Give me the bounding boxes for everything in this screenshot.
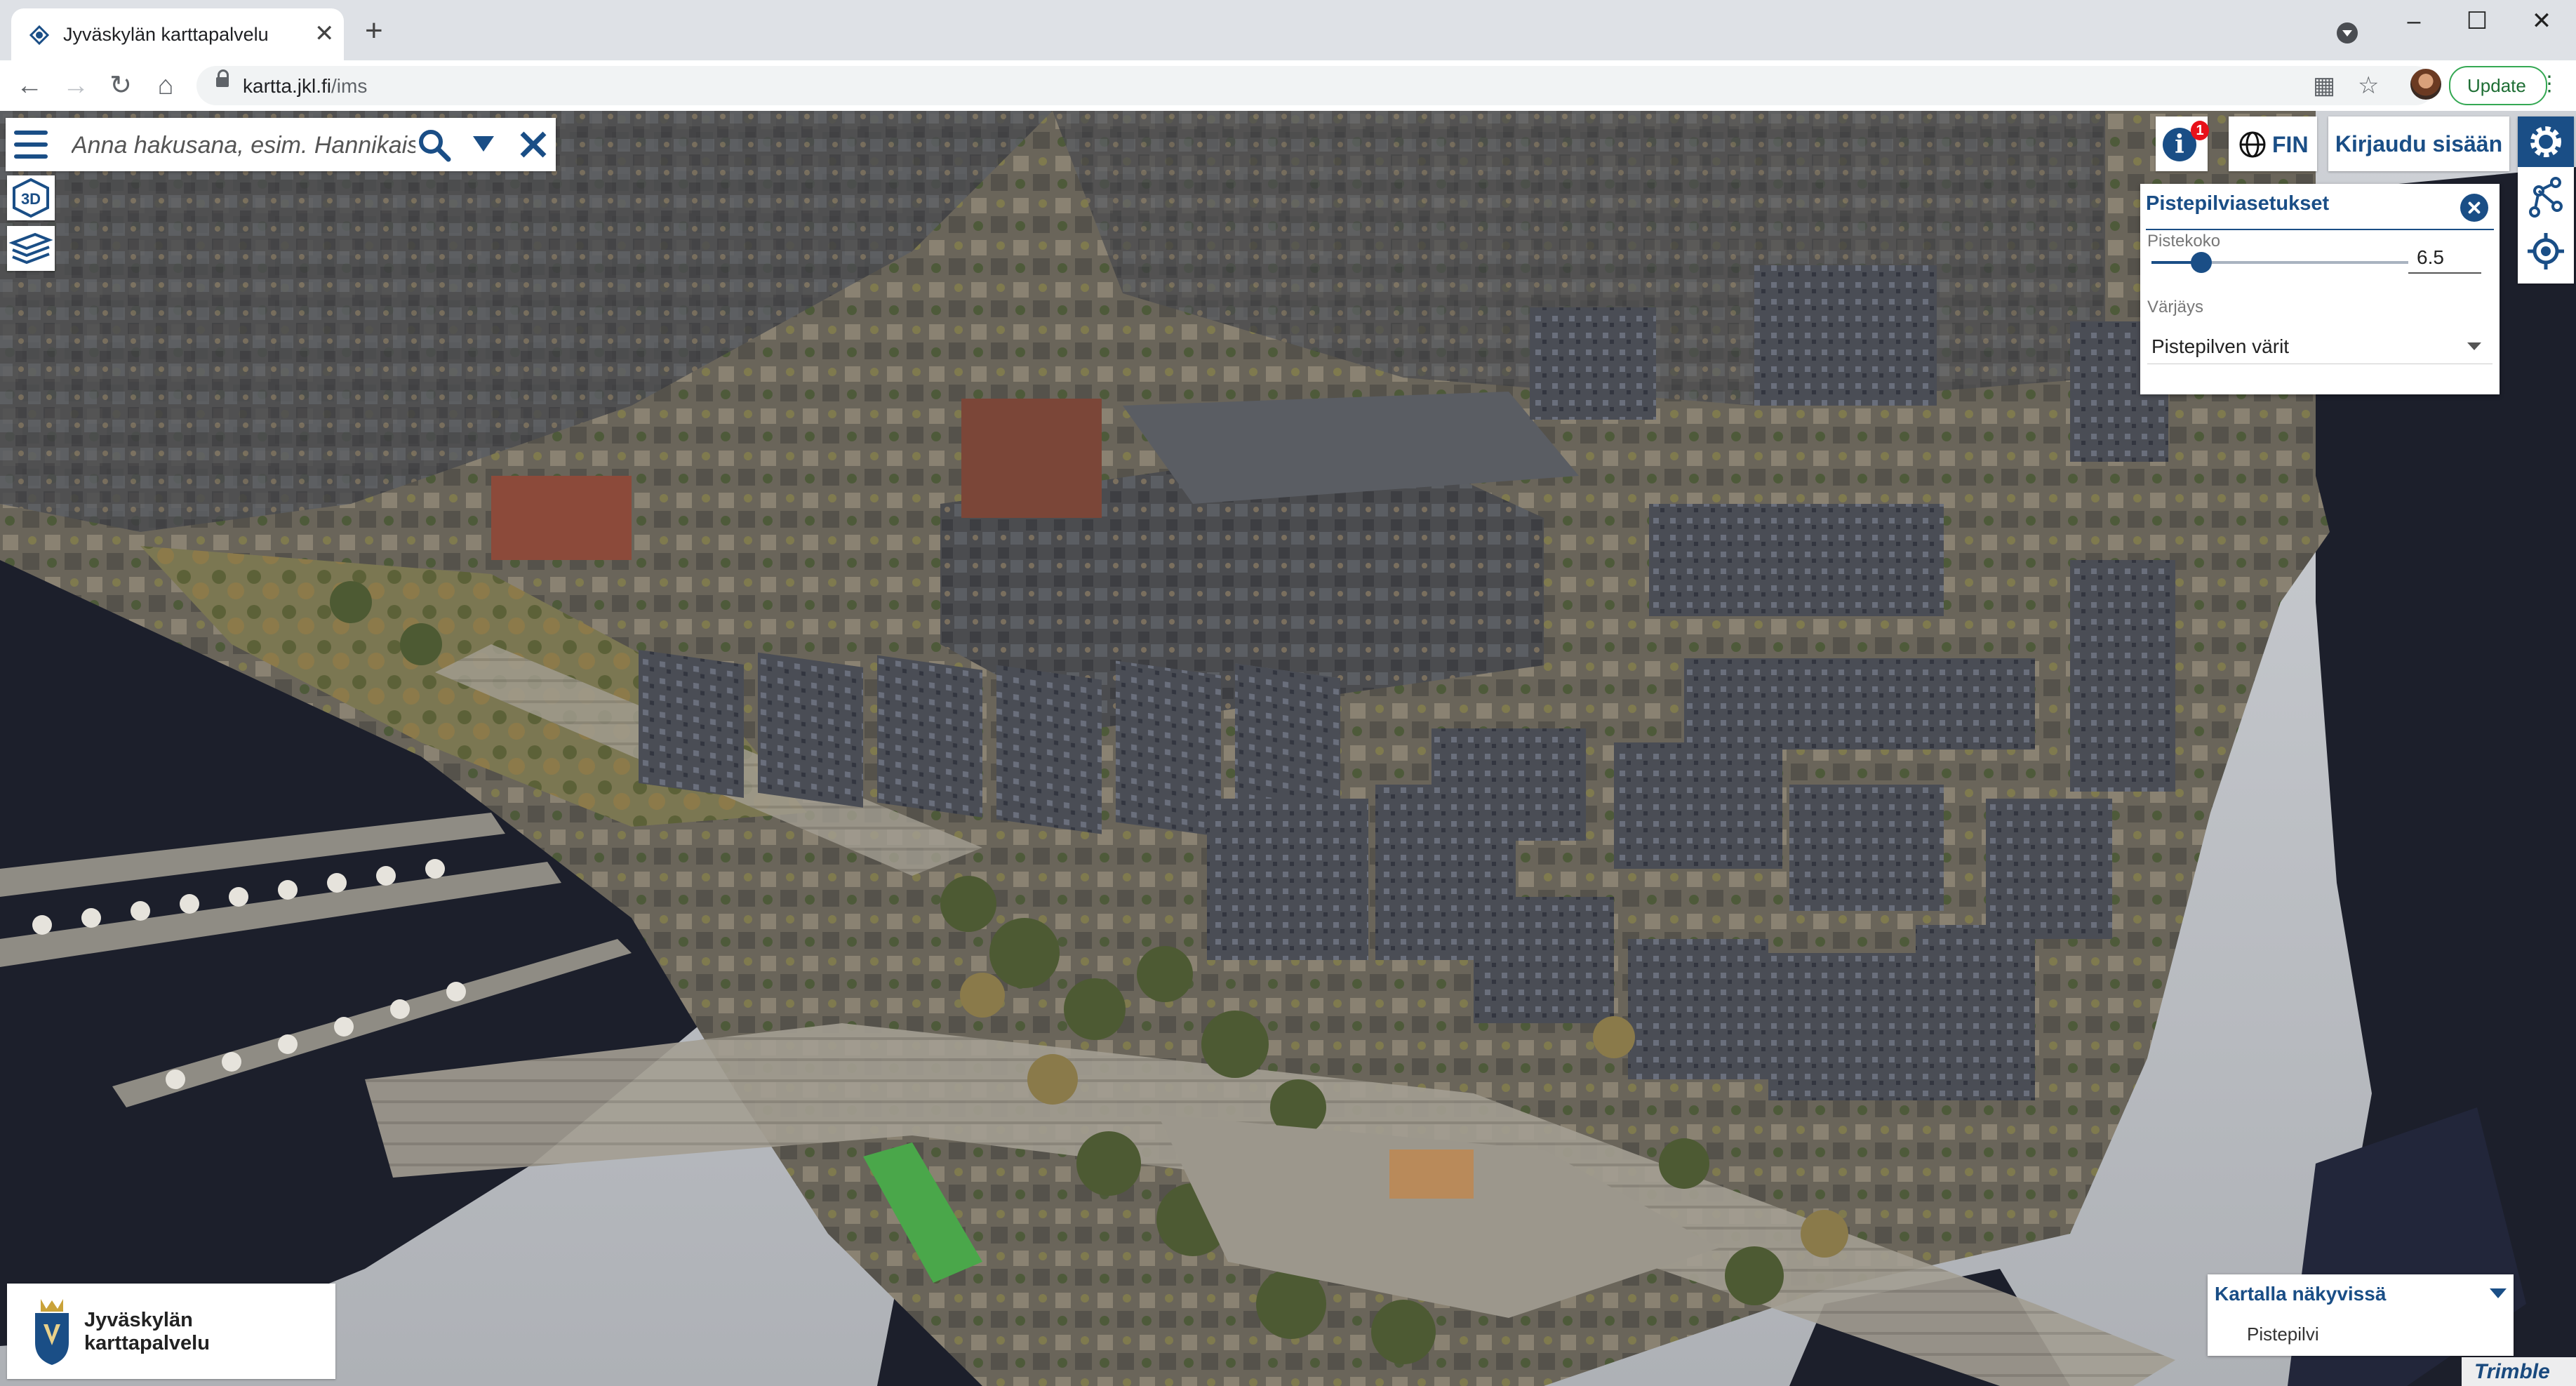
locate-tool-button[interactable]: [2518, 226, 2574, 276]
visible-layers-panel: Kartalla näkyvissä Pistepilvi: [2208, 1274, 2514, 1356]
search-options-dropdown-icon[interactable]: [473, 136, 494, 152]
point-size-label: Pistekoko: [2147, 232, 2221, 251]
maximize-icon[interactable]: ☐: [2456, 7, 2498, 35]
settings-tool-button[interactable]: [2518, 116, 2574, 167]
site-favicon-icon: [29, 25, 50, 46]
measure-tool-button[interactable]: [2518, 173, 2574, 223]
3d-cube-icon: 3D: [13, 178, 49, 218]
address-bar[interactable]: kartta.jkl.fi/ims ▦ ☆: [196, 66, 2435, 105]
tab-title: Jyväskylän karttapalvelu: [63, 24, 269, 45]
city-coat-of-arms-icon: [35, 1299, 69, 1365]
back-icon[interactable]: ←: [13, 69, 46, 102]
layers-icon: [8, 232, 53, 265]
forward-icon[interactable]: →: [59, 69, 93, 102]
clear-search-icon[interactable]: [518, 129, 549, 160]
browser-menu-icon[interactable]: ⋮: [2539, 72, 2560, 96]
lock-icon: [216, 69, 229, 87]
menu-icon[interactable]: [14, 131, 48, 159]
measure-line-icon: [2529, 177, 2563, 218]
bookmark-star-icon[interactable]: ☆: [2358, 72, 2379, 100]
search-bar: [6, 118, 556, 171]
panel-close-icon[interactable]: [2460, 194, 2488, 222]
point-size-input[interactable]: [2408, 243, 2481, 274]
panel-divider: [2146, 229, 2494, 230]
login-button[interactable]: Kirjaudu sisään: [2328, 116, 2509, 171]
reload-icon[interactable]: ↻: [104, 69, 138, 102]
notification-badge: 1: [2191, 121, 2209, 140]
language-button[interactable]: FIN: [2229, 116, 2317, 171]
tab-search-icon[interactable]: [2337, 22, 2358, 44]
chevron-down-icon: [2467, 342, 2481, 350]
svg-text:3D: 3D: [21, 190, 41, 208]
profile-avatar[interactable]: [2410, 69, 2441, 100]
side-toolbar: [2518, 116, 2574, 284]
coloring-select[interactable]: Pistepilven värit: [2147, 327, 2492, 364]
info-button[interactable]: i 1: [2156, 116, 2209, 171]
coloring-label: Värjäys: [2147, 298, 2204, 316]
coloring-select-value: Pistepilven värit: [2151, 335, 2290, 357]
browser-tab[interactable]: Jyväskylän karttapalvelu ✕: [11, 8, 344, 60]
locate-crosshair-icon: [2528, 233, 2564, 269]
search-icon[interactable]: [417, 128, 452, 163]
point-size-slider[interactable]: [2151, 252, 2427, 273]
url-text: kartta.jkl.fi/ims: [243, 75, 368, 97]
browser-tabstrip: Jyväskylän karttapalvelu ✕ + – ☐ ✕: [0, 0, 2576, 60]
logo-text: Jyväskylän karttapalvelu: [84, 1309, 210, 1354]
3d-view-button[interactable]: 3D: [7, 175, 55, 220]
point-cloud-settings-panel: Pistepilviasetukset Pistekoko Värjäys Pi…: [2140, 184, 2500, 394]
collapse-chevron-icon[interactable]: [2490, 1288, 2507, 1298]
panel-title: Pistepilviasetukset: [2146, 192, 2330, 215]
layers-button[interactable]: [7, 226, 55, 271]
visible-layer-item[interactable]: Pistepilvi: [2247, 1324, 2319, 1345]
globe-icon: [2239, 131, 2266, 158]
gear-icon: [2530, 126, 2561, 157]
search-input[interactable]: [70, 129, 417, 161]
browser-toolbar: ← → ↻ ⌂ kartta.jkl.fi/ims ▦ ☆: [0, 60, 2576, 112]
trimble-attribution[interactable]: Trimble: [2462, 1357, 2576, 1386]
visible-layers-title: Kartalla näkyvissä: [2215, 1283, 2387, 1305]
tab-close-icon[interactable]: ✕: [314, 21, 335, 46]
site-logo: Jyväskylän karttapalvelu: [7, 1284, 335, 1379]
qr-code-icon[interactable]: ▦: [2313, 72, 2335, 100]
home-icon[interactable]: ⌂: [149, 69, 182, 102]
slider-thumb[interactable]: [2190, 252, 2212, 273]
update-button[interactable]: Update: [2449, 66, 2547, 105]
language-label: FIN: [2272, 132, 2309, 157]
minimize-icon[interactable]: –: [2393, 7, 2435, 35]
window-close-icon[interactable]: ✕: [2521, 7, 2563, 35]
new-tab-icon[interactable]: +: [365, 15, 383, 46]
